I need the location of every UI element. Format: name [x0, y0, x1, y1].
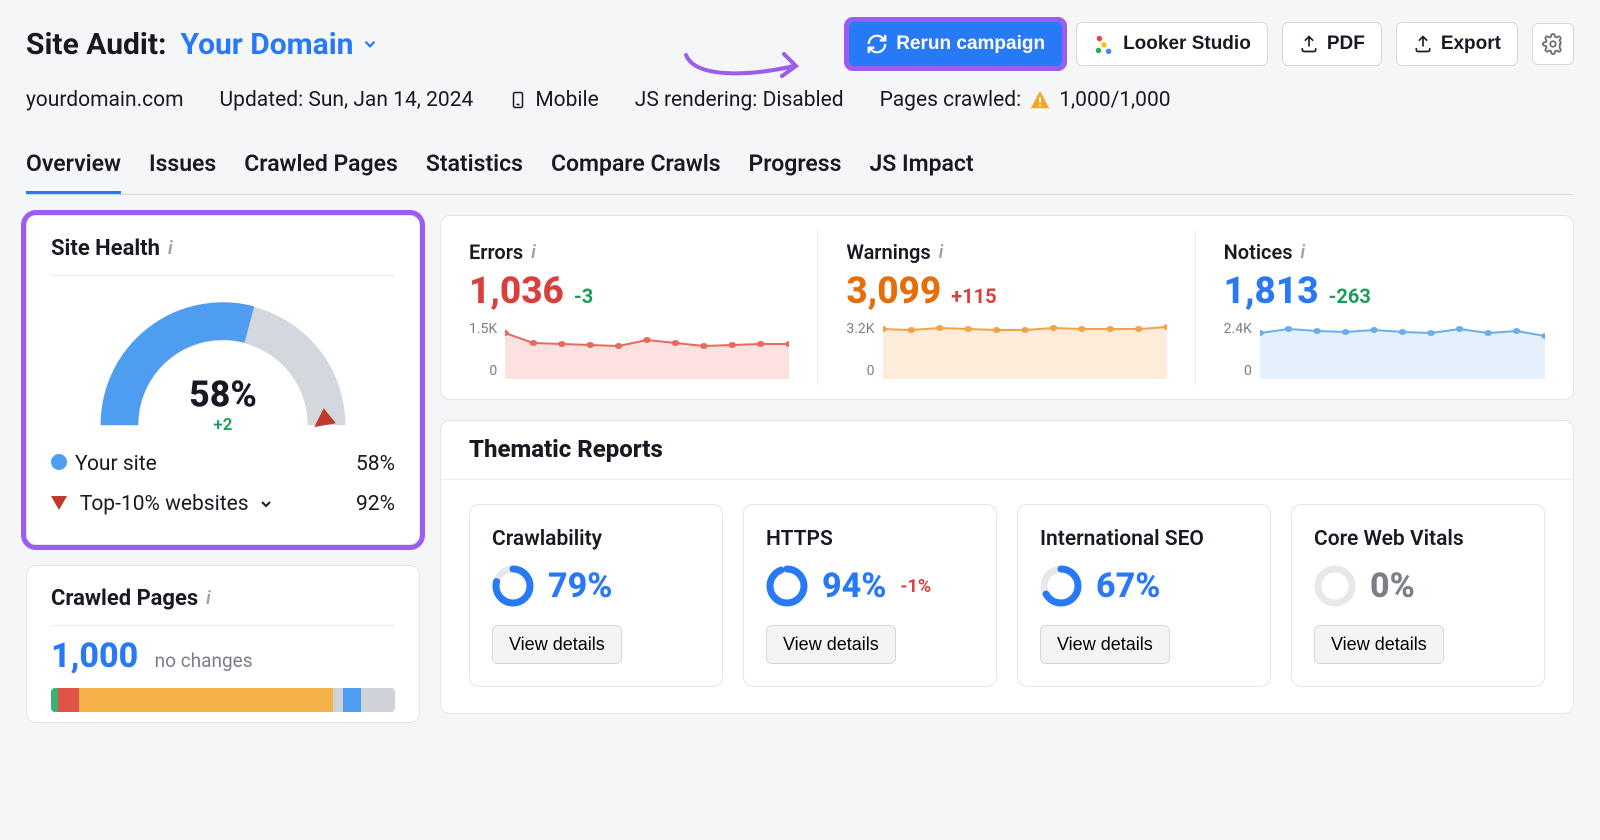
- export-button[interactable]: Export: [1396, 22, 1518, 66]
- gauge-chart: 58% +2: [73, 284, 373, 444]
- bar-segment: [333, 688, 343, 712]
- tabs: Overview Issues Crawled Pages Statistics…: [26, 142, 1574, 195]
- upload-icon: [1299, 34, 1319, 54]
- warnings-sparkline: [883, 321, 1167, 379]
- tab-crawled-pages[interactable]: Crawled Pages: [244, 142, 398, 194]
- tab-issues[interactable]: Issues: [149, 142, 216, 194]
- tab-statistics[interactable]: Statistics: [426, 142, 523, 194]
- crawled-pages-value: 1,000: [51, 636, 138, 676]
- triangle-down-icon: [51, 496, 67, 510]
- report-card: International SEO 67% View details: [1017, 504, 1271, 687]
- stat-warnings[interactable]: Warningsi 3,099+115 3.2K0: [818, 230, 1195, 385]
- chevron-down-icon: [258, 496, 274, 512]
- legend-top10[interactable]: Top-10% websites 92%: [51, 484, 395, 524]
- looker-studio-button[interactable]: Looker Studio: [1076, 22, 1268, 66]
- stat-errors[interactable]: Errorsi 1,036-3 1.5K0: [441, 230, 818, 385]
- progress-ring-icon: [1314, 565, 1356, 607]
- upload-icon: [1413, 34, 1433, 54]
- info-icon[interactable]: i: [206, 588, 211, 609]
- report-percent: 94%: [822, 566, 886, 606]
- svg-text:+2: +2: [214, 415, 233, 435]
- bar-segment: [51, 688, 58, 712]
- report-percent: 79%: [548, 566, 612, 606]
- meta-pages-crawled: Pages crawled: 1,000/1,000: [880, 88, 1171, 112]
- info-icon[interactable]: i: [1301, 242, 1306, 263]
- pdf-button[interactable]: PDF: [1282, 22, 1382, 66]
- progress-ring-icon: [492, 565, 534, 607]
- settings-button[interactable]: [1532, 23, 1574, 65]
- meta-device: Mobile: [509, 88, 598, 112]
- meta-js-rendering: JS rendering: Disabled: [635, 88, 844, 112]
- report-title: International SEO: [1040, 527, 1248, 551]
- meta-domain: yourdomain.com: [26, 88, 184, 112]
- report-delta: -1%: [900, 576, 931, 597]
- view-details-button[interactable]: View details: [766, 625, 896, 664]
- errors-sparkline: [505, 321, 789, 379]
- info-icon[interactable]: i: [168, 238, 173, 259]
- view-details-button[interactable]: View details: [1040, 625, 1170, 664]
- thematic-reports-title: Thematic Reports: [441, 435, 1573, 480]
- meta-row: yourdomain.com Updated: Sun, Jan 14, 202…: [26, 88, 1574, 112]
- legend-your-site: Your site 58%: [51, 444, 395, 484]
- tab-js-impact[interactable]: JS Impact: [869, 142, 973, 194]
- report-card: Core Web Vitals 0% View details: [1291, 504, 1545, 687]
- meta-updated: Updated: Sun, Jan 14, 2024: [220, 88, 474, 112]
- svg-text:58%: 58%: [189, 373, 257, 415]
- report-card: HTTPS 94% -1% View details: [743, 504, 997, 687]
- mobile-icon: [509, 88, 527, 112]
- info-icon[interactable]: i: [531, 242, 536, 263]
- view-details-button[interactable]: View details: [492, 625, 622, 664]
- report-percent: 0%: [1370, 566, 1415, 606]
- header: Site Audit: Your Domain Rerun campaign L…: [0, 0, 1600, 195]
- bar-segment: [79, 688, 334, 712]
- info-icon[interactable]: i: [939, 242, 944, 263]
- tab-overview[interactable]: Overview: [26, 142, 121, 194]
- thematic-reports-card: Thematic Reports Crawlability 79% View det…: [440, 420, 1574, 714]
- report-title: Core Web Vitals: [1314, 527, 1522, 551]
- page-title-prefix: Site Audit:: [26, 27, 166, 62]
- site-health-card: Site Health i 58% +2 Your site 58%: [26, 215, 420, 545]
- stats-card: Errorsi 1,036-3 1.5K0 Warningsi 3,099+11…: [440, 215, 1574, 400]
- crawled-pages-card: Crawled Pages i 1,000 no changes: [26, 565, 420, 723]
- gear-icon: [1542, 33, 1564, 55]
- progress-ring-icon: [766, 565, 808, 607]
- crawled-pages-nochange: no changes: [155, 649, 253, 672]
- tab-compare-crawls[interactable]: Compare Crawls: [551, 142, 721, 194]
- report-percent: 67%: [1096, 566, 1160, 606]
- notices-sparkline: [1260, 321, 1545, 379]
- warning-triangle-icon: [1029, 89, 1051, 111]
- report-title: HTTPS: [766, 527, 974, 551]
- crawled-pages-bar: [51, 688, 395, 712]
- domain-dropdown[interactable]: Your Domain: [180, 27, 379, 62]
- bar-segment: [58, 688, 79, 712]
- report-title: Crawlability: [492, 527, 700, 551]
- stat-notices[interactable]: Noticesi 1,813-263 2.4K0: [1196, 230, 1573, 385]
- tab-progress[interactable]: Progress: [749, 142, 842, 194]
- bar-segment: [361, 688, 395, 712]
- refresh-icon: [866, 33, 888, 55]
- crawled-pages-title: Crawled Pages: [51, 586, 198, 611]
- chevron-down-icon: [361, 35, 379, 53]
- bar-segment: [343, 688, 360, 712]
- site-health-title: Site Health: [51, 236, 160, 261]
- looker-studio-icon: [1093, 33, 1115, 55]
- view-details-button[interactable]: View details: [1314, 625, 1444, 664]
- annotation-arrow-icon: [676, 40, 806, 90]
- progress-ring-icon: [1040, 565, 1082, 607]
- rerun-campaign-button[interactable]: Rerun campaign: [849, 22, 1062, 66]
- report-card: Crawlability 79% View details: [469, 504, 723, 687]
